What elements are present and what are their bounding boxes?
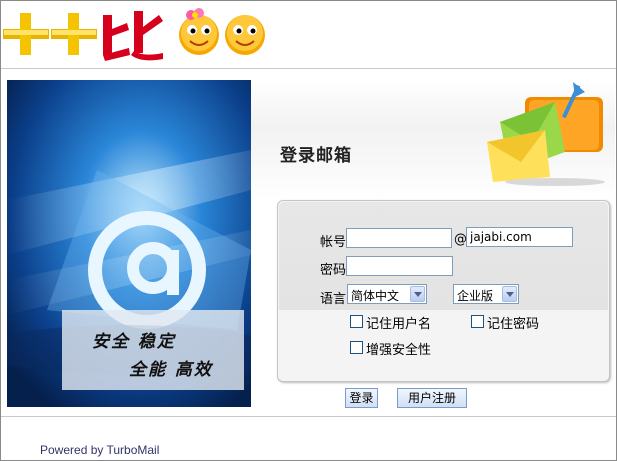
remember-user-checkbox[interactable]: [350, 315, 363, 328]
chevron-down-icon[interactable]: [410, 286, 425, 302]
edition-select-value: 企业版: [457, 289, 494, 303]
register-button[interactable]: 用户注册: [397, 388, 467, 408]
domain-input[interactable]: [466, 227, 573, 247]
footer-divider: [1, 416, 616, 417]
account-input[interactable]: [346, 228, 452, 248]
slogan-line-2: 全能 高效: [129, 360, 213, 380]
remember-password-label: 记住密码: [487, 317, 540, 332]
bi-character-icon: [103, 11, 163, 61]
enhanced-security-label: 增强安全性: [366, 343, 432, 358]
password-label: 密码: [320, 263, 347, 278]
remember-password-checkbox[interactable]: [471, 315, 484, 328]
header-divider: [1, 68, 616, 69]
login-button[interactable]: 登录: [345, 388, 378, 408]
email-banner: 安全 稳定 全能 高效: [7, 80, 251, 407]
slogan-line-1: 安全 稳定: [92, 332, 176, 352]
smiley-boy-icon: [225, 15, 265, 55]
edition-select[interactable]: 企业版: [453, 284, 519, 304]
password-input[interactable]: [346, 256, 453, 276]
remember-user-label: 记住用户名: [366, 317, 432, 332]
enhanced-security-checkbox[interactable]: [350, 341, 363, 354]
language-select-value: 简体中文: [351, 289, 400, 303]
account-label: 帐号: [320, 235, 347, 250]
chevron-down-icon[interactable]: [502, 286, 517, 302]
language-select[interactable]: 简体中文: [347, 284, 427, 304]
logo-icon: [3, 8, 265, 61]
mailbox-icon: [487, 82, 605, 186]
powered-by-text: Powered by TurboMail: [40, 443, 160, 457]
plus-icon: [51, 13, 97, 55]
language-label: 语言: [320, 292, 347, 307]
plus-icon: [3, 13, 49, 55]
login-title: 登录邮箱: [280, 146, 352, 166]
header: [1, 1, 616, 67]
smiley-girl-icon: [179, 8, 219, 55]
